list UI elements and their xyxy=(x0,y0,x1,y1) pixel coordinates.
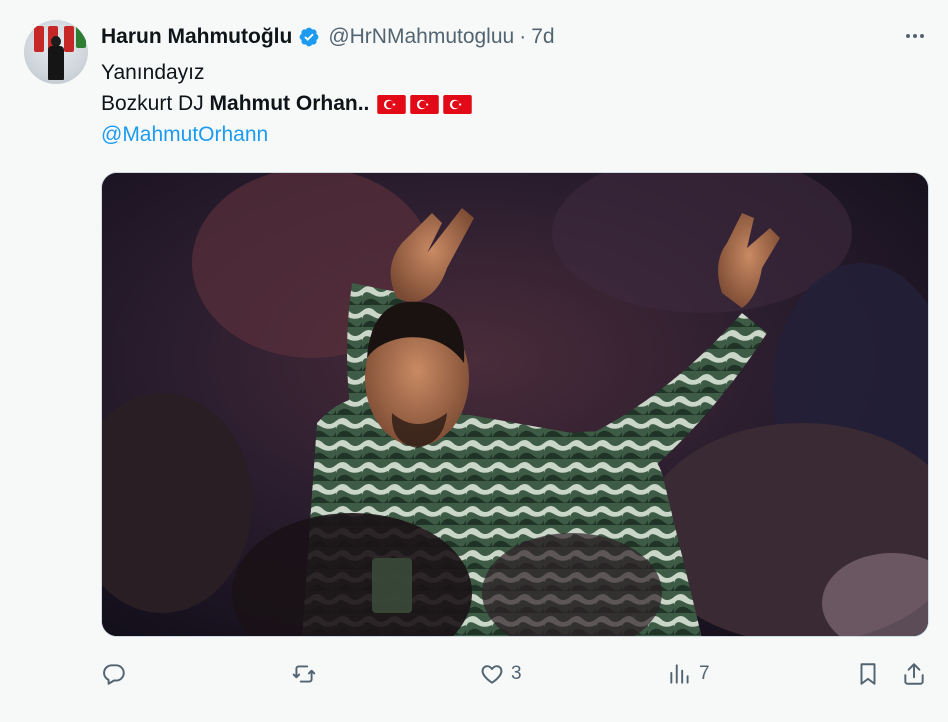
action-bar: 3 7 xyxy=(101,652,929,696)
media-image xyxy=(102,173,928,636)
avatar-flag xyxy=(64,26,74,52)
like-button[interactable]: 3 xyxy=(479,652,522,696)
retweet-icon xyxy=(292,665,316,683)
avatar-person xyxy=(48,46,64,80)
reply-button[interactable] xyxy=(101,652,133,696)
bookmark-button[interactable] xyxy=(855,652,881,696)
tweet-time[interactable]: 7d xyxy=(531,25,554,49)
tweet-text-line: Yanındayız xyxy=(101,61,205,84)
share-button[interactable] xyxy=(901,652,927,696)
text-bold: Mahmut Orhan.. xyxy=(209,92,370,115)
author-name[interactable]: Harun Mahmutoğlu xyxy=(101,25,292,49)
turkish-flag-icon xyxy=(443,94,473,114)
retweet-button[interactable] xyxy=(291,652,323,696)
turkish-flag-icon xyxy=(377,94,407,114)
mention-link[interactable]: @MahmutOrhann xyxy=(101,120,268,150)
text-prefix: Bozkurt DJ xyxy=(101,92,210,115)
avatar[interactable] xyxy=(24,20,88,84)
like-icon xyxy=(481,665,503,684)
author-handle[interactable]: @HrNMahmutogluu xyxy=(328,25,514,49)
tweet-text-line: Bozkurt DJ Mahmut Orhan.. xyxy=(101,89,473,119)
like-count: 3 xyxy=(511,663,522,684)
flag-group xyxy=(377,94,473,114)
separator: · xyxy=(519,25,527,48)
tweet-header: Harun Mahmutoğlu @HrNMahmutogluu · 7d xyxy=(101,22,555,52)
tweet-media[interactable] xyxy=(101,172,929,637)
verified-badge-icon xyxy=(299,27,319,47)
share-icon xyxy=(904,663,924,685)
bookmark-icon xyxy=(860,663,876,685)
turkish-flag-icon xyxy=(410,94,440,114)
avatar-flag xyxy=(76,26,86,48)
avatar-flag xyxy=(34,26,44,52)
more-options-icon[interactable] xyxy=(902,26,928,46)
views-icon xyxy=(670,664,689,684)
views-count: 7 xyxy=(699,663,710,684)
views-button[interactable]: 7 xyxy=(667,652,710,696)
reply-icon xyxy=(103,664,125,685)
tweet[interactable]: Harun Mahmutoğlu @HrNMahmutogluu · 7d Ya… xyxy=(0,0,948,722)
